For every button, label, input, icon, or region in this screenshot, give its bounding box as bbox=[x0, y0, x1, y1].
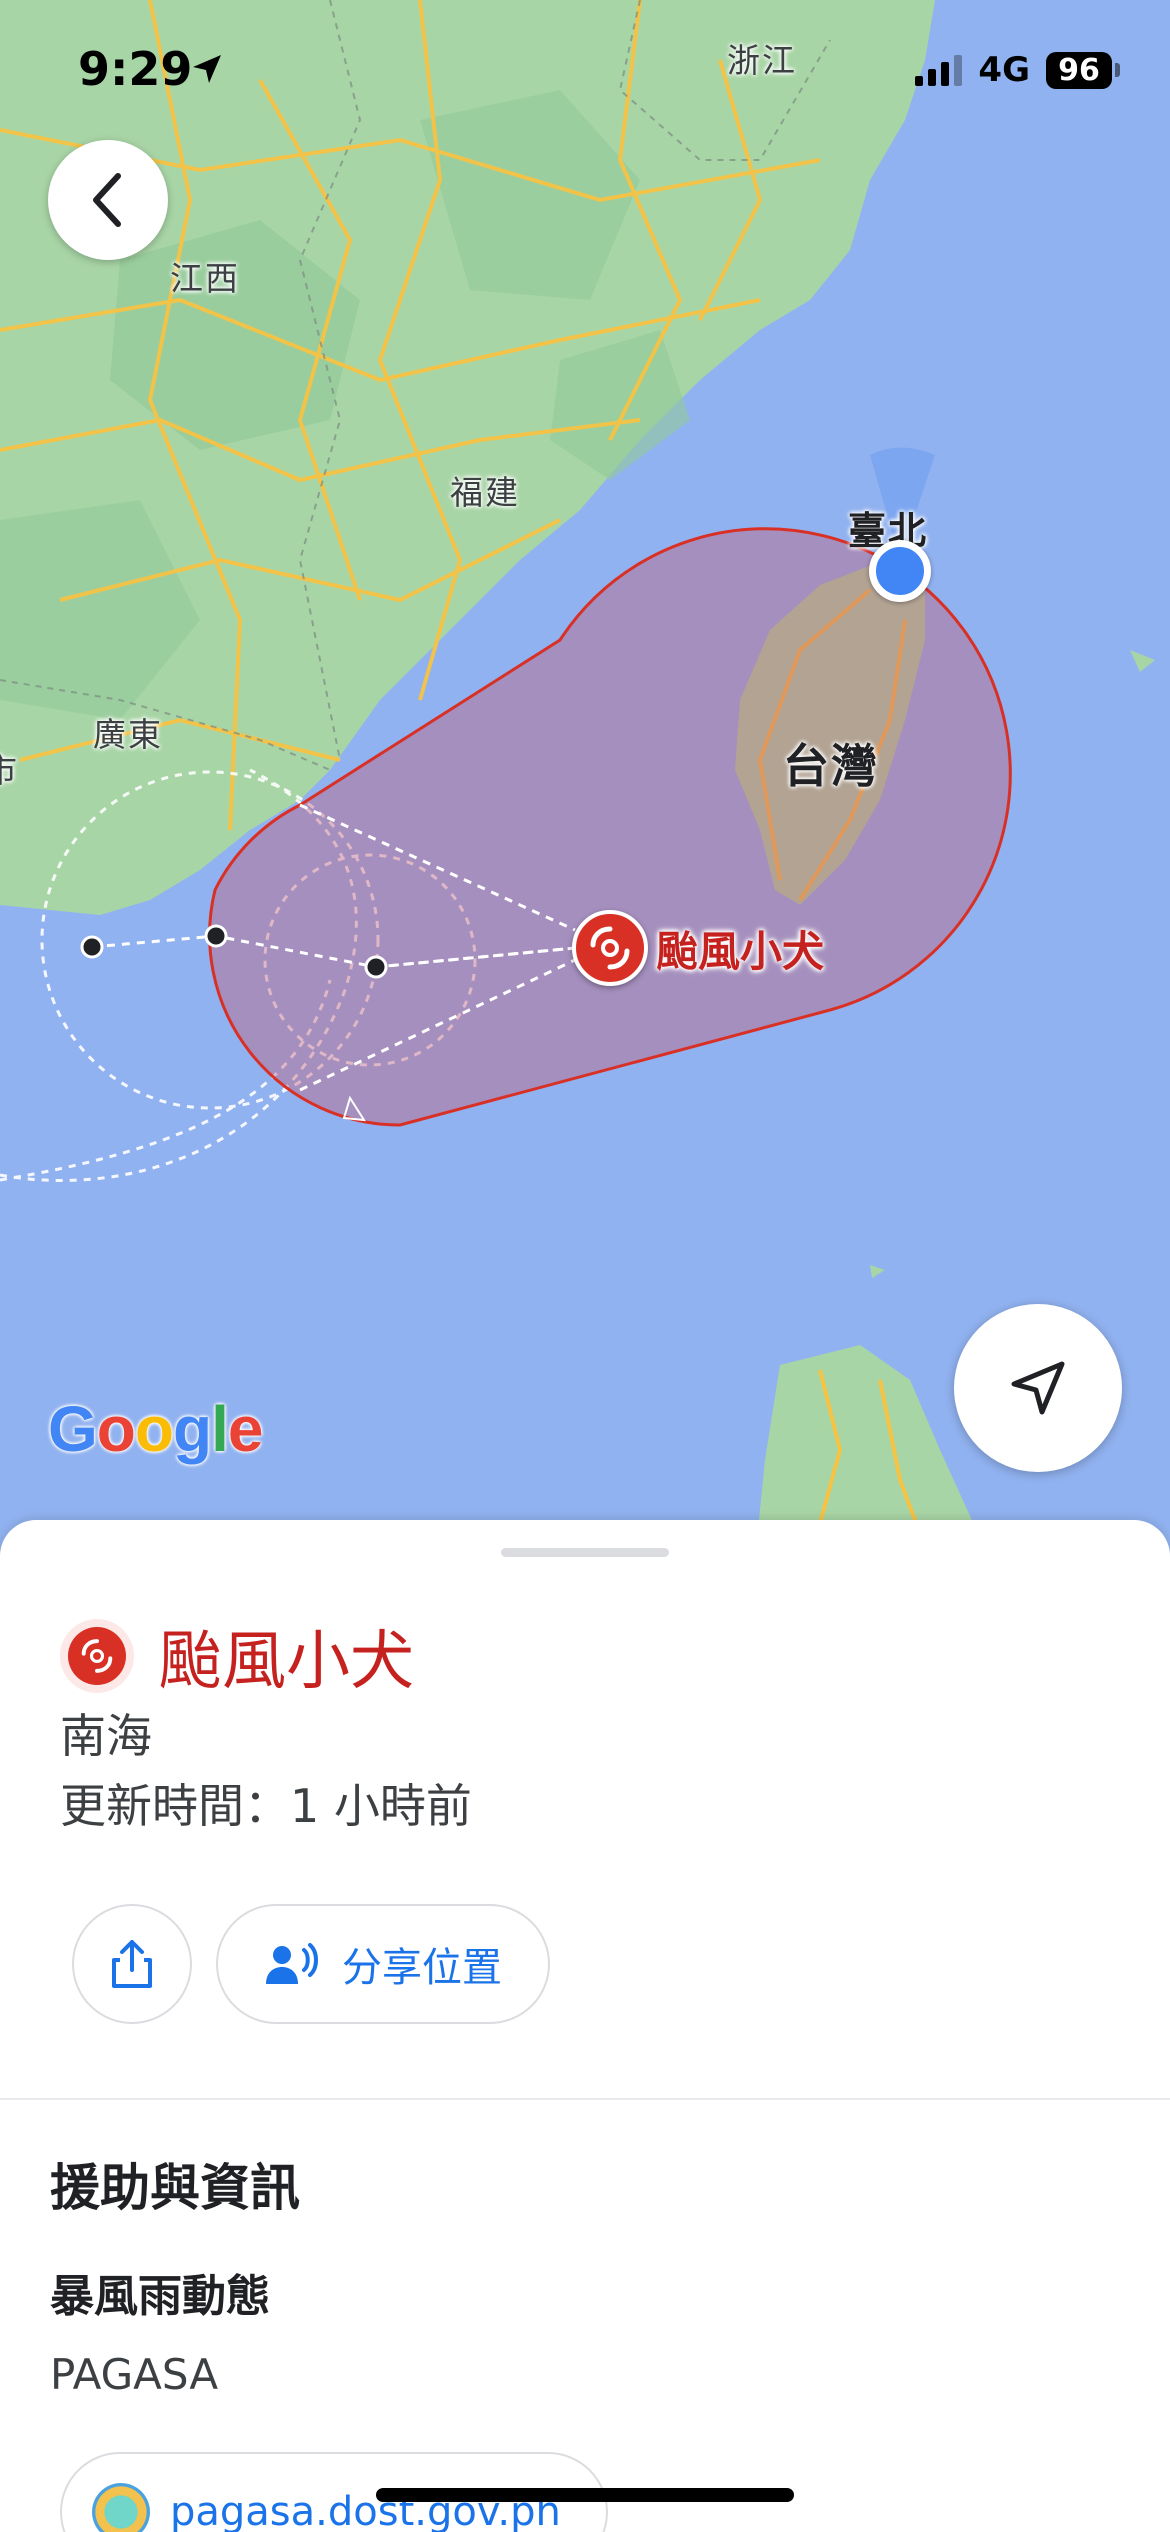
navigation-arrow-icon bbox=[1011, 1361, 1065, 1415]
google-logo: Google bbox=[48, 1392, 264, 1466]
section-divider bbox=[0, 2098, 1170, 2100]
place-title: 颱風小犬 bbox=[158, 1625, 414, 1699]
typhoon-icon bbox=[81, 1639, 113, 1673]
map-label-guangdong: 廣東 bbox=[93, 715, 163, 754]
typhoon-icon bbox=[590, 926, 630, 970]
status-indicators: 4G 96 bbox=[915, 50, 1120, 90]
google-logo-letter: o bbox=[134, 1393, 174, 1465]
sheet-drag-handle[interactable] bbox=[501, 1548, 669, 1557]
pagasa-favicon-icon bbox=[92, 2483, 150, 2532]
place-region: 南海 bbox=[60, 1709, 152, 1763]
home-indicator[interactable] bbox=[376, 2488, 794, 2502]
battery-level: 96 bbox=[1046, 51, 1112, 89]
place-header: 颱風小犬 bbox=[60, 1610, 414, 1702]
share-button[interactable] bbox=[72, 1904, 192, 2024]
agency-name: PAGASA bbox=[50, 2350, 219, 2399]
section-title: 援助與資訊 bbox=[50, 2159, 300, 2217]
map-label-left-edge: 市 bbox=[0, 751, 19, 790]
location-arrow-icon bbox=[193, 55, 221, 83]
share-location-icon bbox=[266, 1943, 318, 1984]
storm-updates-heading: 暴風雨動態 bbox=[50, 2271, 270, 2322]
typhoon-map-label[interactable]: 颱風小犬 bbox=[656, 918, 824, 979]
back-button[interactable] bbox=[48, 140, 168, 260]
google-logo-letter: G bbox=[48, 1393, 98, 1465]
map-label-zhejiang: 浙江 bbox=[727, 41, 797, 80]
map-label-fujian: 福建 bbox=[450, 473, 520, 512]
typhoon-marker[interactable] bbox=[572, 910, 648, 986]
typhoon-badge-icon bbox=[60, 1619, 134, 1693]
status-time: 9:29 bbox=[78, 42, 193, 96]
network-type: 4G bbox=[978, 50, 1030, 90]
signal-icon bbox=[915, 54, 963, 86]
share-location-label: 分享位置 bbox=[342, 1945, 502, 1991]
share-location-button[interactable]: 分享位置 bbox=[216, 1904, 550, 2024]
place-sheet[interactable]: 颱風小犬 南海 更新時間：1 小時前 分享位置 援助與資訊 暴風雨動態 PAGA… bbox=[0, 1520, 1170, 2532]
google-logo-letter: o bbox=[96, 1393, 136, 1465]
update-time: 更新時間：1 小時前 bbox=[60, 1779, 472, 1833]
battery-icon: 96 bbox=[1046, 51, 1120, 89]
chevron-left-icon bbox=[93, 173, 121, 227]
share-icon bbox=[112, 1940, 152, 1988]
map-label-jiangxi: 江西 bbox=[170, 259, 240, 298]
google-logo-letter: l bbox=[211, 1393, 229, 1465]
my-location-button[interactable] bbox=[954, 1304, 1122, 1472]
map-label-taiwan: 台灣 bbox=[783, 739, 879, 793]
map-view[interactable]: 浙江 江西 福建 廣東 市 臺北 台灣 颱風小犬 9:29 4G 96 Goog… bbox=[0, 0, 1170, 1560]
google-logo-letter: g bbox=[172, 1393, 212, 1465]
google-logo-letter: e bbox=[227, 1393, 264, 1465]
my-location-dot bbox=[869, 540, 931, 602]
